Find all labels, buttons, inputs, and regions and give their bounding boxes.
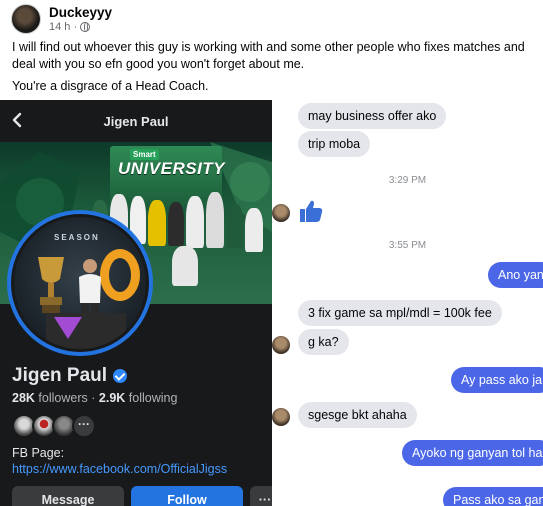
- message-button[interactable]: Message: [12, 486, 124, 506]
- stats-separator: ·: [91, 391, 96, 405]
- outgoing-message: Pass ako sa gan: [443, 487, 543, 506]
- author-avatar[interactable]: [11, 4, 41, 34]
- profile-name: Jigen Paul: [12, 365, 128, 387]
- sender-avatar: [272, 408, 290, 426]
- thumbs-up-icon: [300, 200, 323, 222]
- profile-name-text: Jigen Paul: [12, 365, 108, 386]
- following-label[interactable]: following: [129, 391, 178, 405]
- fb-page-link[interactable]: https://www.facebook.com/OfficialJigss: [12, 462, 227, 476]
- sender-avatar: [272, 204, 290, 222]
- profile-avatar-image: SEASON: [11, 214, 149, 352]
- more-options-button[interactable]: ···: [250, 486, 272, 506]
- incoming-message: 3 fix game sa mpl/mdl = 100k fee: [298, 300, 502, 326]
- follow-button[interactable]: Follow: [131, 486, 243, 506]
- chat-screenshot: may business offer ako trip moba 3:29 PM…: [272, 100, 543, 506]
- followers-count[interactable]: 28K: [12, 391, 35, 405]
- profile-topbar: Jigen Paul: [0, 100, 272, 142]
- post-body: I will find out whoever this guy is work…: [12, 40, 525, 71]
- chat-timestamp: 3:55 PM: [388, 240, 427, 251]
- post-time[interactable]: 14 h ·: [49, 21, 77, 33]
- profile-screenshot: Jigen Paul Smart UNIVERSITY SEASON Jigen…: [0, 100, 272, 506]
- profile-topbar-title: Jigen Paul: [103, 114, 169, 129]
- incoming-message: g ka?: [298, 329, 349, 355]
- avatar-logo-o: [100, 249, 140, 301]
- profile-avatar[interactable]: SEASON: [7, 210, 153, 356]
- outgoing-message: Ay pass ako ja: [451, 367, 543, 393]
- followers-label[interactable]: followers: [38, 391, 87, 405]
- incoming-message: trip moba: [298, 131, 371, 157]
- profile-stats: 28K followers · 2.9K following: [12, 391, 177, 405]
- post-author-name[interactable]: Duckeyyy: [49, 5, 112, 20]
- fb-page-label: FB Page:: [12, 446, 65, 460]
- incoming-message: sgesge bkt ahaha: [298, 402, 417, 428]
- fb-page-info: FB Page: https://www.facebook.com/Offici…: [12, 445, 267, 477]
- post-meta: 14 h ·: [49, 21, 91, 33]
- verified-badge-icon: [113, 369, 128, 383]
- sender-avatar: [272, 336, 290, 354]
- chat-timestamp: 3:29 PM: [388, 175, 427, 186]
- more-friends-icon[interactable]: ···: [72, 414, 96, 438]
- trophy-icon: [38, 257, 64, 313]
- cover-title-word: UNIVERSITY: [118, 159, 226, 178]
- podium-logo: [54, 317, 82, 339]
- outgoing-message: Ano yan: [488, 262, 543, 288]
- post-header: Duckeyyy 14 h · I will find out whoever …: [0, 0, 543, 100]
- avatar-season-text: SEASON: [54, 233, 100, 242]
- globe-icon: [80, 22, 91, 32]
- outgoing-message: Ayoko ng ganyan tol ha: [402, 440, 543, 466]
- incoming-message: may business offer ako: [298, 103, 447, 129]
- following-count[interactable]: 2.9K: [99, 391, 125, 405]
- mutual-friends[interactable]: ···: [12, 414, 102, 438]
- post-body-second-line: You're a disgrace of a Head Coach.: [12, 79, 209, 93]
